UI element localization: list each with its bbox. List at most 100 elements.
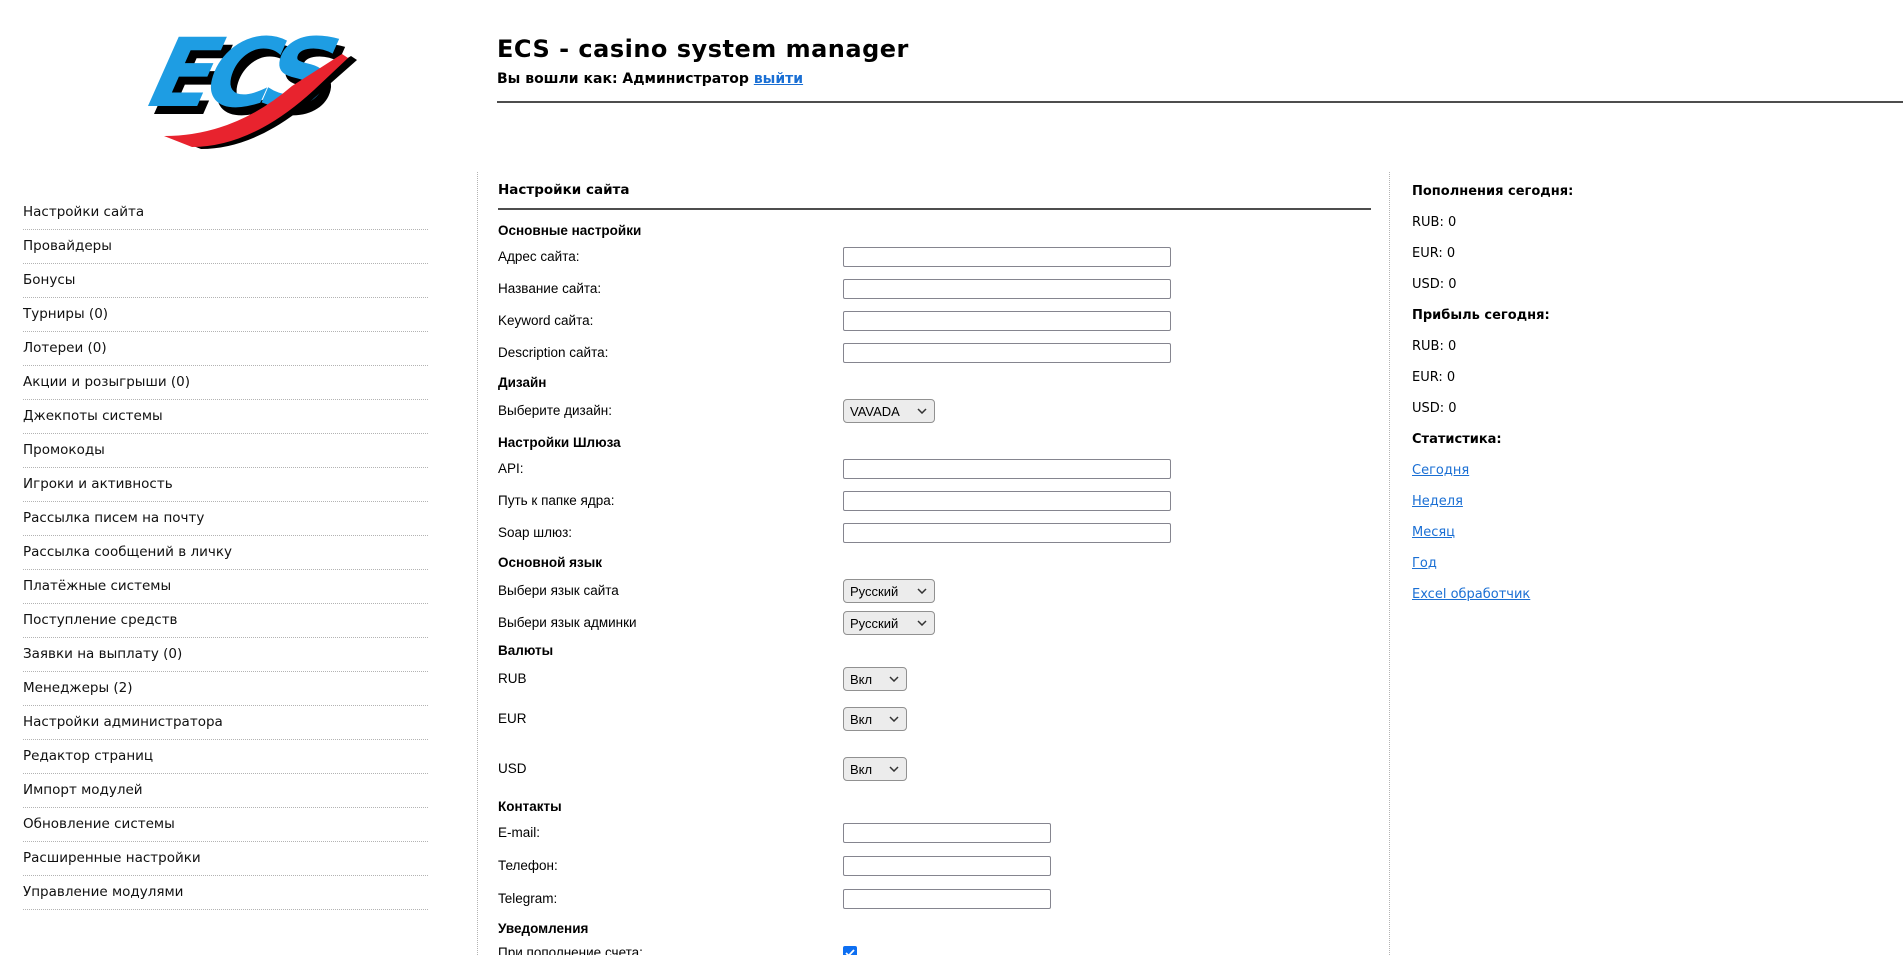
sidebar-item[interactable]: Акции и розыгрыши (0) [23, 366, 428, 400]
sidebar-item[interactable]: Менеджеры (2) [23, 672, 428, 706]
site-name-input[interactable] [843, 279, 1171, 299]
checkmark-icon [845, 949, 855, 955]
form-row: Путь к папке ядра: [498, 491, 1365, 511]
telegram-input[interactable] [843, 889, 1051, 909]
deposits-eur: EUR: 0 [1412, 246, 1456, 261]
rub-value: Вкл [850, 671, 873, 687]
form-row: Адрес сайта: [498, 247, 1365, 267]
deposit-notify-label: При пополнение счета: [498, 945, 643, 955]
site-keyword-input[interactable] [843, 311, 1171, 331]
profit-eur: EUR: 0 [1412, 370, 1456, 385]
profit-rub: RUB: 0 [1412, 339, 1457, 354]
profit-today-title: Прибыль сегодня: [1412, 308, 1550, 323]
sidebar-item[interactable]: Джекпоты системы [23, 400, 428, 434]
email-label: E-mail: [498, 825, 541, 840]
stats-panel: Пополнения сегодня: RUB: 0 EUR: 0 USD: 0… [1412, 184, 1712, 618]
usd-value: Вкл [850, 761, 873, 777]
email-input[interactable] [843, 823, 1051, 843]
form-row: RUB Вкл [498, 667, 1365, 691]
site-lang-label: Выбери язык сайта [498, 583, 619, 598]
stats-link-excel[interactable]: Excel обработчик [1412, 587, 1530, 602]
site-lang-value: Русский [850, 583, 899, 599]
site-description-label: Description сайта: [498, 345, 609, 360]
eur-select[interactable]: Вкл [843, 707, 907, 731]
section-notifications: Уведомления [498, 921, 589, 936]
design-select-value: VAVADA [850, 403, 900, 419]
phone-input[interactable] [843, 856, 1051, 876]
stats-link-week[interactable]: Неделя [1412, 494, 1463, 509]
usd-select[interactable]: Вкл [843, 757, 907, 781]
api-input[interactable] [843, 459, 1171, 479]
sidebar-item[interactable]: Настройки сайта [23, 196, 428, 230]
ecs-logo-icon: ECS ECS [140, 17, 357, 149]
deposit-notify-checkbox[interactable] [843, 946, 857, 955]
rub-select[interactable]: Вкл [843, 667, 907, 691]
design-select[interactable]: VAVADA [843, 399, 935, 423]
form-row: Название сайта: [498, 279, 1365, 299]
deposits-rub: RUB: 0 [1412, 215, 1457, 230]
profit-usd: USD: 0 [1412, 401, 1457, 416]
form-row: API: [498, 459, 1365, 479]
sidebar-item[interactable]: Лотереи (0) [23, 332, 428, 366]
page-title: ECS - casino system manager [497, 35, 909, 63]
form-row: Description сайта: [498, 343, 1365, 363]
stats-link-year[interactable]: Год [1412, 556, 1437, 571]
form-row: Выбери язык сайта Русский [498, 579, 1365, 603]
site-address-input[interactable] [843, 247, 1171, 267]
header-divider [497, 101, 1903, 103]
form-row: При пополнение счета: [498, 945, 1365, 955]
statistics-title: Статистика: [1412, 432, 1502, 447]
sidebar-item[interactable]: Промокоды [23, 434, 428, 468]
admin-lang-select[interactable]: Русский [843, 611, 935, 635]
section-gateway: Настройки Шлюза [498, 435, 621, 450]
sidebar-item[interactable]: Заявки на выплату (0) [23, 638, 428, 672]
site-address-label: Адрес сайта: [498, 249, 580, 264]
site-lang-select[interactable]: Русский [843, 579, 935, 603]
soap-label: Soap шлюз: [498, 525, 573, 540]
eur-value: Вкл [850, 711, 873, 727]
sidebar-item[interactable]: Поступление средств [23, 604, 428, 638]
chevron-down-icon [889, 716, 899, 722]
site-keyword-label: Keyword сайта: [498, 313, 594, 328]
admin-lang-value: Русский [850, 615, 899, 631]
design-select-label: Выберите дизайн: [498, 403, 612, 418]
chevron-down-icon [917, 588, 927, 594]
sidebar-item[interactable]: Рассылка писем на почту [23, 502, 428, 536]
sidebar-item[interactable]: Обновление системы [23, 808, 428, 842]
eur-label: EUR [498, 711, 527, 726]
site-name-label: Название сайта: [498, 281, 602, 296]
admin-page: { "header": { "logo_text": "ECS", "title… [0, 0, 1903, 955]
usd-label: USD [498, 761, 527, 776]
deposits-today-title: Пополнения сегодня: [1412, 184, 1574, 199]
sidebar-item[interactable]: Платёжные системы [23, 570, 428, 604]
sidebar-menu: Настройки сайта Провайдеры Бонусы Турниры (… [23, 196, 428, 910]
panel-title: Настройки сайта [498, 182, 630, 198]
sidebar-item[interactable]: Расширенные настройки [23, 842, 428, 876]
section-contacts: Контакты [498, 799, 562, 814]
deposits-usd: USD: 0 [1412, 277, 1457, 292]
logout-link[interactable]: выйти [754, 71, 803, 87]
sidebar-item[interactable]: Редактор страниц [23, 740, 428, 774]
telegram-label: Telegram: [498, 891, 558, 906]
ecs-logo: ECS ECS [138, 17, 358, 150]
phone-label: Телефон: [498, 858, 558, 873]
soap-input[interactable] [843, 523, 1171, 543]
form-row: E-mail: [498, 823, 1365, 843]
chevron-down-icon [889, 766, 899, 772]
sidebar-item[interactable]: Управление модулями [23, 876, 428, 910]
sidebar-item[interactable]: Провайдеры [23, 230, 428, 264]
core-path-input[interactable] [843, 491, 1171, 511]
stats-link-today[interactable]: Сегодня [1412, 463, 1469, 478]
sidebar-item[interactable]: Бонусы [23, 264, 428, 298]
form-row: Keyword сайта: [498, 311, 1365, 331]
panel-divider [498, 208, 1371, 210]
sidebar-item[interactable]: Рассылка сообщений в личку [23, 536, 428, 570]
form-row: USD Вкл [498, 757, 1365, 781]
sidebar-item[interactable]: Турниры (0) [23, 298, 428, 332]
site-description-input[interactable] [843, 343, 1171, 363]
stats-link-month[interactable]: Месяц [1412, 525, 1455, 540]
sidebar-item[interactable]: Игроки и активность [23, 468, 428, 502]
sidebar-item[interactable]: Настройки администратора [23, 706, 428, 740]
sidebar-item[interactable]: Импорт модулей [23, 774, 428, 808]
site-settings-panel: Настройки сайта Основные настройки Адрес… [477, 172, 1390, 955]
